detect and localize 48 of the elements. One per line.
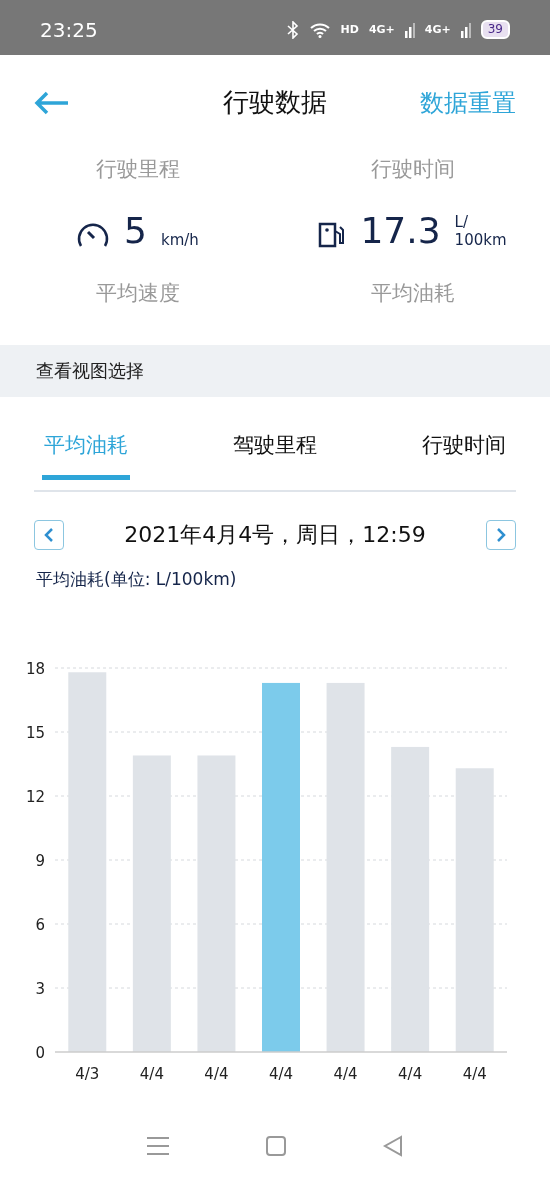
stat-label: 行驶时间 (370, 156, 455, 183)
stat-label: 平均油耗 (370, 280, 455, 307)
hd-label: HD (340, 24, 359, 35)
axis-label: 4/4 (139, 1065, 164, 1081)
axis-label: 9 (35, 852, 45, 870)
axis-label: 4/4 (333, 1065, 358, 1081)
section-title: 查看视图选择 (36, 359, 144, 383)
back-triangle-icon[interactable] (382, 1135, 404, 1157)
status-time: 23:25 (40, 17, 99, 42)
axis-label: 0 (35, 1044, 45, 1062)
stat-value: 5 (124, 213, 147, 249)
axis-label: 4/4 (268, 1065, 294, 1081)
bluetooth-icon (286, 20, 299, 39)
previous-button[interactable] (34, 520, 64, 550)
stat-value: 17.3 (360, 213, 441, 249)
chevron-left-icon (43, 527, 55, 543)
axis-label: 3 (35, 980, 45, 998)
date-label: 2021年4月4号，周日，12:59 (124, 521, 426, 549)
wifi-icon (308, 21, 331, 38)
axis-label: 15 (25, 724, 45, 742)
signal-icon (404, 21, 415, 38)
stat-label: 平均速度 (95, 280, 180, 307)
axis-label: 6 (35, 916, 45, 934)
home-square-icon[interactable] (265, 1135, 287, 1157)
axis-label: 12 (25, 788, 45, 806)
axis-label: 18 (25, 660, 45, 678)
network-label: 4G+ (424, 24, 451, 35)
stat-label: 行驶里程 (95, 156, 180, 183)
back-arrow-icon[interactable] (34, 90, 70, 115)
axis-label: 4/4 (398, 1065, 423, 1081)
menu-icon[interactable] (146, 1136, 170, 1156)
unit-label: 100km (454, 231, 507, 249)
chevron-right-icon (495, 527, 507, 543)
tab[interactable]: 行驶时间 (420, 417, 508, 480)
battery-level: 39 (480, 19, 510, 40)
fuel-pump-icon (318, 221, 347, 249)
next-button[interactable] (486, 520, 516, 550)
speedometer-icon (76, 223, 111, 249)
chart-caption: 平均油耗(单位: L/100km) (35, 568, 238, 591)
network-label: 4G+ (368, 24, 395, 35)
axis-label: 4/4 (462, 1065, 487, 1081)
signal-icon (460, 21, 471, 38)
tab[interactable]: 驾驶里程 (231, 417, 319, 480)
unit-label: L/ (454, 213, 470, 231)
unit-label: km/h (161, 231, 199, 249)
axis-label: 4/3 (75, 1065, 100, 1081)
page-title: 行驶数据 (222, 86, 328, 119)
axis-label: 4/4 (204, 1065, 229, 1081)
